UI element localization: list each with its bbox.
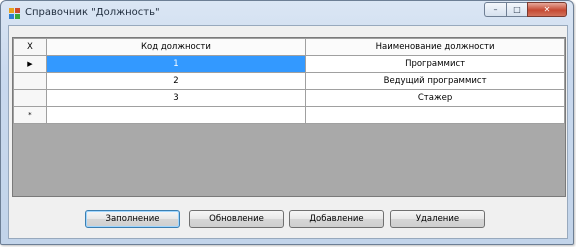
form-client-area: X Код должности Наименование должности ▶… xyxy=(8,25,568,239)
title-bar[interactable]: Справочник "Должность" – □ ✕ xyxy=(1,1,573,25)
close-button[interactable]: ✕ xyxy=(527,2,567,17)
main-window: Справочник "Должность" – □ ✕ X Код должн… xyxy=(0,0,574,245)
positions-data-grid[interactable]: X Код должности Наименование должности ▶… xyxy=(12,37,566,197)
table-row[interactable]: ▶ 1 Программист xyxy=(13,55,565,73)
grid-table: X Код должности Наименование должности ▶… xyxy=(13,38,565,124)
row-header[interactable] xyxy=(13,72,47,90)
fill-button[interactable]: Заполнение xyxy=(85,210,180,228)
maximize-icon: □ xyxy=(513,5,521,14)
column-header-delete[interactable]: X xyxy=(13,38,47,56)
add-button[interactable]: Добавление xyxy=(289,210,384,228)
maximize-button[interactable]: □ xyxy=(506,2,527,17)
cell-code[interactable]: 3 xyxy=(45,89,307,107)
column-header-code[interactable]: Код должности xyxy=(45,38,307,56)
current-row-indicator-icon[interactable]: ▶ xyxy=(13,55,47,73)
new-row-asterisk-icon[interactable]: * xyxy=(13,106,47,124)
new-row[interactable]: * xyxy=(13,106,565,124)
table-row[interactable]: 2 Ведущий программист xyxy=(13,72,565,90)
cell-name[interactable]: Программист xyxy=(305,55,565,73)
cell-name[interactable]: Ведущий программист xyxy=(305,72,565,90)
new-cell-code[interactable] xyxy=(45,106,307,124)
new-cell-name[interactable] xyxy=(305,106,565,124)
close-icon: ✕ xyxy=(543,5,551,14)
cell-code[interactable]: 2 xyxy=(45,72,307,90)
column-header-name[interactable]: Наименование должности xyxy=(305,38,565,56)
cell-name[interactable]: Стажер xyxy=(305,89,565,107)
cell-code[interactable]: 1 xyxy=(45,55,307,73)
delete-button[interactable]: Удаление xyxy=(390,210,485,228)
caption-buttons: – □ ✕ xyxy=(484,2,567,17)
row-header[interactable] xyxy=(13,89,47,107)
table-row[interactable]: 3 Стажер xyxy=(13,89,565,107)
window-title: Справочник "Должность" xyxy=(25,7,160,18)
minimize-button[interactable]: – xyxy=(484,2,506,17)
button-bar: Заполнение Обновление Добавление Удалени… xyxy=(9,210,567,230)
grid-header-row: X Код должности Наименование должности xyxy=(13,38,565,56)
app-icon xyxy=(9,8,20,19)
update-button[interactable]: Обновление xyxy=(189,210,284,228)
minimize-icon: – xyxy=(493,5,498,14)
